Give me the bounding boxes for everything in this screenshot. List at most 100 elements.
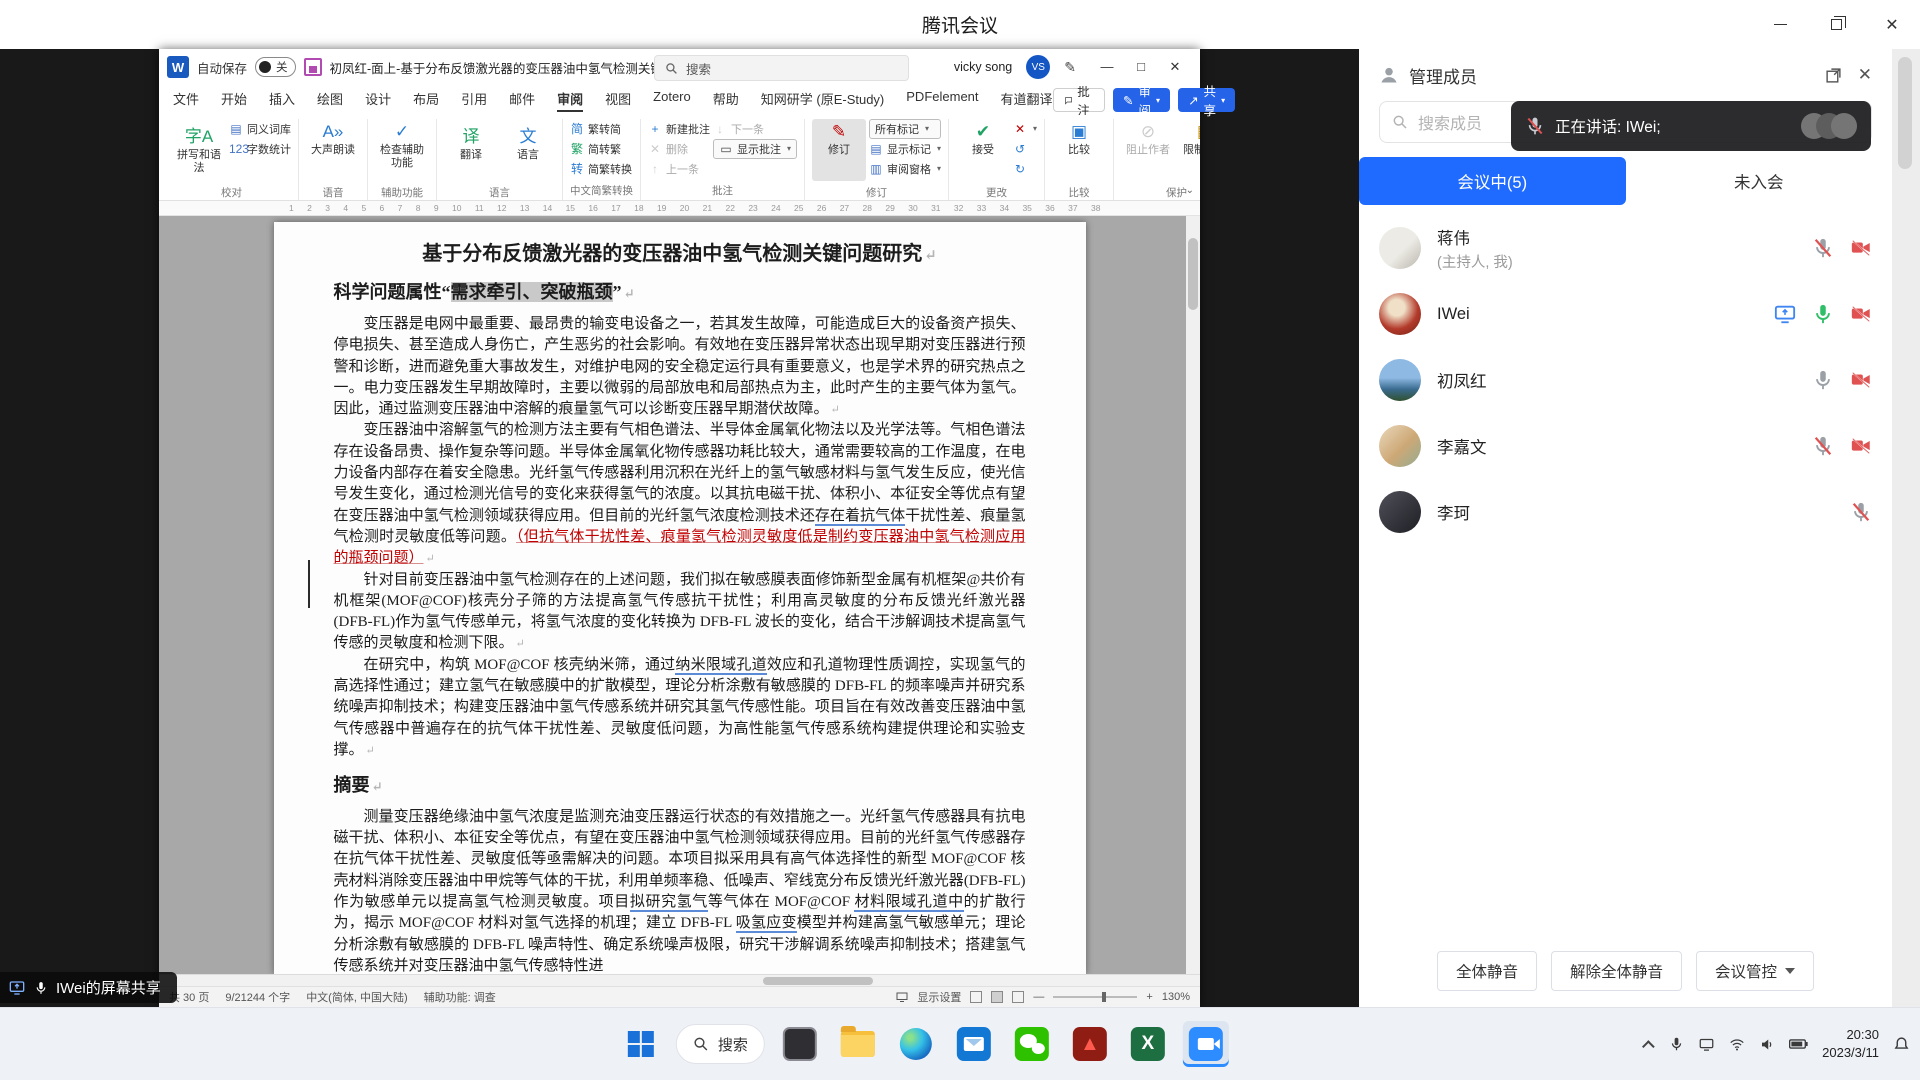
mail-app-icon[interactable] [951,1021,997,1067]
ribbon-button[interactable]: ⊘阻止作者 [1121,119,1175,181]
ribbon-button[interactable]: ✕删除 [648,139,710,159]
web-layout-icon[interactable] [1012,991,1024,1003]
ribbon-button[interactable]: ▥审阅窗格▾ [869,159,941,179]
word-search-box[interactable]: 搜索 [654,55,909,81]
mic-off-icon[interactable] [1812,435,1834,457]
screen-share-icon[interactable] [1774,303,1796,325]
member-row[interactable]: IWei [1379,281,1872,347]
tray-mic-icon[interactable] [1669,1036,1684,1052]
mic-idle-icon[interactable] [1812,369,1834,391]
notification-bell-icon[interactable] [1893,1036,1910,1053]
word-close-button[interactable]: ✕ [1158,59,1192,75]
tab-in-meeting[interactable]: 会议中(5) [1359,157,1626,205]
excel-icon[interactable]: X [1125,1021,1171,1067]
word-menu-tab[interactable]: 插入 [269,89,295,112]
close-button[interactable]: ✕ [1864,0,1920,49]
restore-button[interactable] [1808,0,1864,49]
account-name[interactable]: vicky song [954,60,1012,74]
ribbon-button[interactable]: ↑上一条 [648,159,710,179]
scrollbar-thumb[interactable] [1898,57,1912,169]
word-vertical-scrollbar[interactable] [1186,216,1200,974]
review-mode-button[interactable]: ✎ 审阅▾ [1113,88,1170,112]
read-mode-icon[interactable] [970,991,982,1003]
autosave-toggle[interactable]: 关 [255,57,296,77]
app-window-icon[interactable] [777,1021,823,1067]
word-menu-tab[interactable]: 引用 [461,89,487,112]
word-minimize-button[interactable]: — [1090,59,1124,75]
tray-network-icon[interactable] [1729,1037,1745,1052]
language-status[interactable]: 中文(简体, 中国大陆) [306,989,407,1005]
member-row[interactable]: 李珂 [1379,479,1872,545]
ribbon-button[interactable]: ▤显示标记▾ [869,139,941,159]
zoom-slider[interactable] [1053,996,1137,998]
panel-close-icon[interactable]: ✕ [1858,65,1872,85]
tray-volume-icon[interactable] [1759,1037,1775,1052]
tray-cast-icon[interactable] [1698,1037,1715,1052]
word-menu-tab[interactable]: 知网研学 (原E-Study) [761,89,885,112]
ribbon-button[interactable]: 字A拼写和语法 [172,119,226,181]
word-menu-tab[interactable]: PDFelement [906,89,978,112]
word-count[interactable]: 9/21244 个字 [225,989,290,1005]
word-menu-tab[interactable]: 审阅 [557,89,583,112]
member-row[interactable]: 李嘉文 [1379,413,1872,479]
ribbon-button[interactable]: ↓下一条 [713,119,797,139]
ribbon-button[interactable]: 123字数统计 [229,139,291,159]
word-menu-tab[interactable]: 邮件 [509,89,535,112]
ribbon-button[interactable]: +新建批注 [648,119,710,139]
ribbon-button[interactable]: 所有标记▾ [869,119,941,139]
word-menu-tab[interactable]: 绘图 [317,89,343,112]
edge-browser-icon[interactable] [893,1021,939,1067]
mic-on-icon[interactable] [1812,303,1834,325]
scrollbar-thumb[interactable] [1188,238,1198,310]
ribbon-button[interactable]: ✎修订 [812,119,866,181]
ribbon-collapse-icon[interactable]: ⌄ [1186,185,1194,196]
minimize-button[interactable] [1752,0,1808,49]
ribbon-button[interactable]: ✕▾ [1013,119,1037,139]
ribbon-button[interactable]: ✔接受 [956,119,1010,181]
zoom-in-button[interactable]: + [1146,991,1152,1003]
acrobat-icon[interactable]: ▲ [1067,1021,1113,1067]
account-avatar[interactable]: VS [1026,55,1050,79]
tencent-meeting-icon[interactable] [1183,1021,1229,1067]
scrollbar-thumb[interactable] [763,977,873,985]
document-page[interactable]: 基于分布反馈激光器的变压器油中氢气检测关键问题研究 科学问题属性“需求牵引、突破… [274,222,1086,974]
taskbar-clock[interactable]: 20:30 2023/3/11 [1822,1026,1879,1061]
start-button[interactable] [618,1021,664,1067]
comments-button[interactable]: 批注 [1053,88,1106,112]
tab-not-joined[interactable]: 未入会 [1626,157,1893,205]
word-menu-tab[interactable]: 视图 [605,89,631,112]
mic-off-icon[interactable] [1850,501,1872,523]
ribbon-button[interactable]: ↻ [1013,159,1037,179]
mute-all-button[interactable]: 全体静音 [1437,951,1537,991]
popout-icon[interactable] [1825,67,1842,84]
cam-off-icon[interactable] [1850,369,1872,391]
member-row[interactable]: 蒋伟(主持人, 我) [1379,215,1872,281]
mic-off-icon[interactable] [1812,237,1834,259]
share-button[interactable]: ↗ 共享▾ [1178,88,1235,112]
word-menu-tab[interactable]: Zotero [653,89,691,112]
ribbon-button[interactable]: ✓检查辅助功能 [375,119,429,181]
word-menu-tab[interactable]: 设计 [365,89,391,112]
ribbon-button[interactable]: 译翻译 [444,119,498,181]
wechat-icon[interactable] [1009,1021,1055,1067]
word-horizontal-scrollbar[interactable] [159,974,1200,986]
ribbon-button[interactable]: A»大声朗读 [306,119,360,181]
inking-icon[interactable]: ✎ [1064,59,1076,76]
ribbon-button[interactable]: ▦限制编辑 [1178,119,1200,181]
word-menu-tab[interactable]: 布局 [413,89,439,112]
ribbon-button[interactable]: 文语言 [501,119,555,181]
accessibility-status[interactable]: 辅助功能: 调查 [424,989,496,1005]
word-menu-tab[interactable]: 开始 [221,89,247,112]
zoom-slider-thumb[interactable] [1102,992,1106,1002]
ribbon-button[interactable]: 转简繁转换 [570,159,632,179]
word-menu-tab[interactable]: 帮助 [713,89,739,112]
ribbon-button[interactable]: ↺ [1013,139,1037,159]
panel-scrollbar[interactable] [1892,49,1920,1007]
display-settings-label[interactable]: 显示设置 [917,989,961,1005]
ribbon-button[interactable]: 简繁转简 [570,119,632,139]
word-maximize-button[interactable]: □ [1124,59,1158,75]
tray-battery-icon[interactable] [1789,1038,1808,1050]
ribbon-button[interactable]: ▤同义词库 [229,119,291,139]
cam-off-icon[interactable] [1850,237,1872,259]
ribbon-button[interactable]: ▣比较 [1052,119,1106,181]
